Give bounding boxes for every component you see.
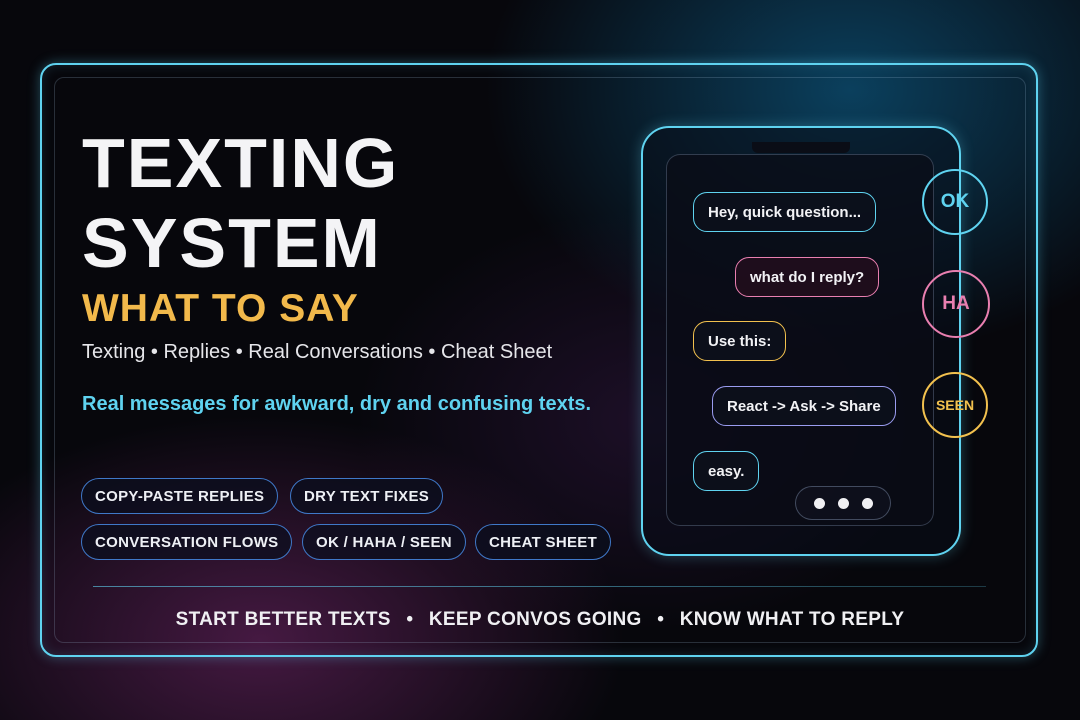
title-line-2: SYSTEM (82, 204, 382, 282)
message-bubble-3: Use this: (693, 321, 787, 361)
footer-divider (93, 586, 986, 587)
message-bubble-2: what do I reply? (735, 257, 880, 297)
chip-dry-text-fixes: DRY TEXT FIXES (290, 478, 444, 514)
chip-ok-haha-seen: OK / HAHA / SEEN (302, 524, 466, 560)
message-bubble-4: React -> Ask -> Share (712, 386, 896, 426)
typing-indicator (795, 486, 891, 520)
typing-dot (837, 497, 849, 509)
topics-line: Texting • Replies • Real Conversations •… (82, 341, 553, 363)
footer-item-2: KEEP CONVOS GOING (428, 609, 642, 630)
subtitle: WHAT TO SAY (82, 287, 359, 330)
title-line-1: TEXTING (82, 124, 400, 202)
chip-copy-paste-replies: COPY-PASTE REPLIES (81, 478, 279, 514)
footer-item-3: KNOW WHAT TO REPLY (679, 609, 905, 630)
footer-separator: • (406, 609, 414, 630)
tagline: Real messages for awkward, dry and confu… (82, 393, 592, 415)
typing-dot (813, 497, 825, 509)
badge-seen: SEEN (922, 372, 988, 438)
message-bubble-5: easy. (693, 451, 760, 491)
phone-notch (752, 142, 850, 153)
badge-ha: HA (922, 270, 990, 338)
footer-item-1: START BETTER TEXTS (175, 609, 391, 630)
footer-separator: • (657, 609, 665, 630)
chip-conversation-flows: CONVERSATION FLOWS (81, 524, 293, 560)
chip-cheat-sheet: CHEAT SHEET (475, 524, 612, 560)
badge-ok: OK (922, 169, 988, 235)
typing-dot (861, 497, 873, 509)
message-bubble-1: Hey, quick question... (693, 192, 877, 232)
footer-benefits: START BETTER TEXTS • KEEP CONVOS GOING •… (0, 610, 1080, 629)
